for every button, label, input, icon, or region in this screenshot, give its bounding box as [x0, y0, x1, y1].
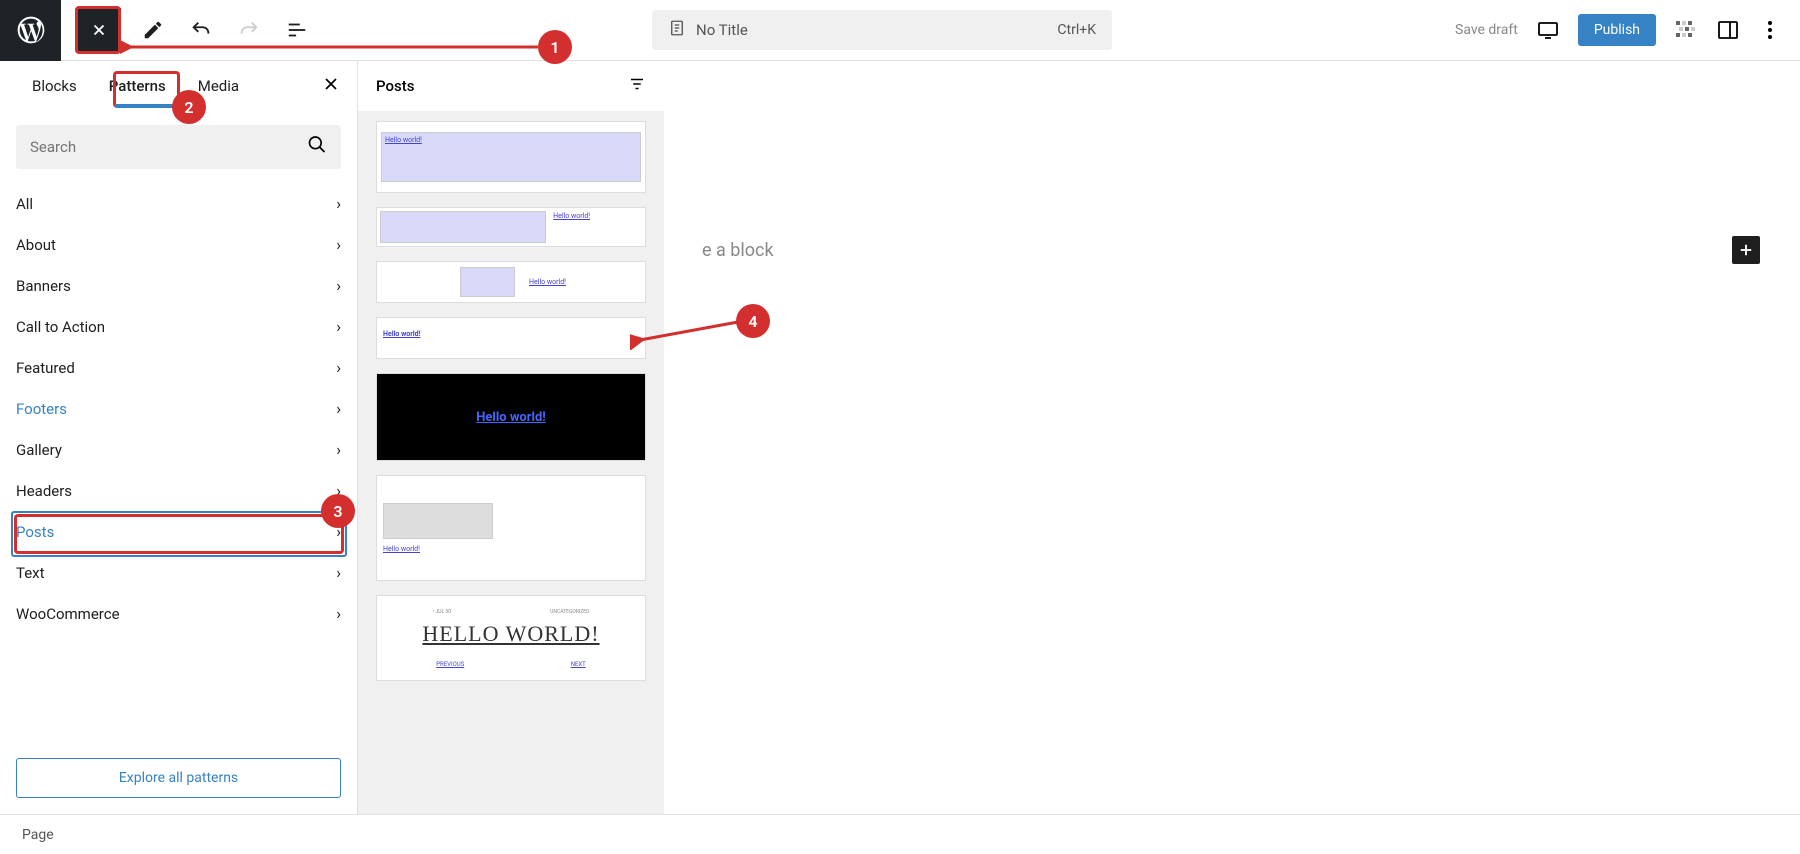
category-all[interactable]: All ›	[16, 183, 341, 224]
redo-icon[interactable]	[237, 18, 261, 42]
pattern-preview[interactable]: • JUL 30UNCATEGORIZED HELLO WORLD! PREVI…	[376, 595, 646, 681]
chevron-right-icon: ›	[336, 481, 341, 500]
search-input[interactable]	[16, 125, 341, 169]
category-gallery[interactable]: Gallery ›	[16, 429, 341, 470]
chevron-right-icon: ›	[336, 399, 341, 418]
pattern-thumb-title: HELLO WORLD!	[383, 621, 639, 647]
category-label: Banners	[16, 277, 71, 295]
pattern-preview[interactable]: Hello world!	[376, 317, 646, 359]
category-footers[interactable]: Footers ›	[16, 388, 341, 429]
search-icon	[307, 135, 327, 160]
pattern-thumb-title: Hello world!	[553, 212, 641, 220]
category-label: Call to Action	[16, 318, 105, 336]
title-shortcut: Ctrl+K	[1057, 22, 1096, 38]
view-icon[interactable]	[1536, 18, 1560, 42]
plugin-icon[interactable]	[1674, 18, 1698, 42]
category-label: Headers	[16, 482, 72, 500]
tab-media[interactable]: Media	[182, 61, 255, 111]
pattern-thumb-title: Hello world!	[382, 133, 640, 147]
category-label: Gallery	[16, 441, 62, 459]
patterns-category-title: Posts	[376, 77, 414, 95]
category-featured[interactable]: Featured ›	[16, 347, 341, 388]
pattern-thumb-title: Hello world!	[476, 410, 546, 425]
pattern-next-link: NEXT	[571, 661, 586, 668]
settings-sidebar-toggle-icon[interactable]	[1716, 18, 1740, 42]
wordpress-logo[interactable]	[0, 0, 61, 61]
options-menu-icon[interactable]	[1758, 18, 1782, 42]
pattern-thumb-text	[553, 222, 641, 228]
category-label: All	[16, 195, 33, 213]
document-title: No Title	[696, 21, 1057, 39]
patterns-preview-column: Posts Hello world! Hello world! Hello wo…	[358, 61, 664, 814]
page-icon	[668, 19, 686, 41]
explore-all-patterns-button[interactable]: Explore all patterns	[16, 758, 341, 798]
pattern-preview[interactable]: Hello world!	[376, 121, 646, 193]
toggle-inserter-button[interactable]	[77, 8, 121, 52]
category-woocommerce[interactable]: WooCommerce ›	[16, 593, 341, 634]
breadcrumb-bar: Page	[0, 814, 1800, 854]
category-headers[interactable]: Headers ›	[16, 470, 341, 511]
pattern-thumb-text	[383, 340, 639, 346]
category-label: Footers	[16, 400, 67, 418]
block-inserter-panel: Blocks Patterns Media All › About › Banner…	[0, 61, 358, 814]
category-banners[interactable]: Banners ›	[16, 265, 341, 306]
chevron-right-icon: ›	[336, 358, 341, 377]
publish-button[interactable]: Publish	[1578, 14, 1656, 46]
category-posts[interactable]: Posts ›	[16, 511, 341, 552]
pattern-thumb-title: Hello world!	[383, 545, 639, 553]
chevron-right-icon: ›	[336, 604, 341, 623]
document-title-bar[interactable]: No Title Ctrl+K	[652, 10, 1112, 50]
chevron-right-icon: ›	[336, 235, 341, 254]
add-block-button[interactable]	[1732, 236, 1760, 264]
category-text[interactable]: Text ›	[16, 552, 341, 593]
category-about[interactable]: About ›	[16, 224, 341, 265]
category-label: Featured	[16, 359, 75, 377]
chevron-right-icon: ›	[336, 194, 341, 213]
chevron-right-icon: ›	[336, 563, 341, 582]
pattern-thumb-title: Hello world!	[383, 330, 639, 338]
close-inserter-icon[interactable]	[321, 74, 341, 99]
chevron-right-icon: ›	[336, 440, 341, 459]
tab-blocks[interactable]: Blocks	[16, 61, 93, 111]
editor-canvas[interactable]: e a block	[664, 61, 1800, 814]
tab-patterns[interactable]: Patterns	[93, 61, 182, 111]
category-label: Text	[16, 564, 45, 582]
chevron-right-icon: ›	[336, 276, 341, 295]
pattern-preview[interactable]: Hello world!	[376, 261, 646, 303]
category-label: WooCommerce	[16, 605, 120, 623]
chevron-right-icon: ›	[336, 317, 341, 336]
document-overview-icon[interactable]	[285, 18, 309, 42]
pattern-preview[interactable]: Hello world!	[376, 475, 646, 581]
breadcrumb-item[interactable]: Page	[22, 827, 54, 843]
category-label: Posts	[16, 523, 54, 541]
edit-tool-icon[interactable]	[141, 18, 165, 42]
pattern-preview[interactable]: Hello world!	[376, 373, 646, 461]
chevron-right-icon: ›	[336, 522, 341, 541]
pattern-thumb-title: Hello world!	[529, 278, 566, 286]
filter-icon[interactable]	[628, 75, 646, 97]
pattern-prev-link: PREVIOUS	[436, 661, 464, 668]
pattern-thumb-meta: UNCATEGORIZED	[550, 609, 589, 615]
save-draft-button[interactable]: Save draft	[1455, 22, 1518, 38]
undo-icon[interactable]	[189, 18, 213, 42]
pattern-preview[interactable]: Hello world!	[376, 207, 646, 247]
block-placeholder-text: e a block	[702, 240, 774, 261]
category-label: About	[16, 236, 56, 254]
category-call-to-action[interactable]: Call to Action ›	[16, 306, 341, 347]
